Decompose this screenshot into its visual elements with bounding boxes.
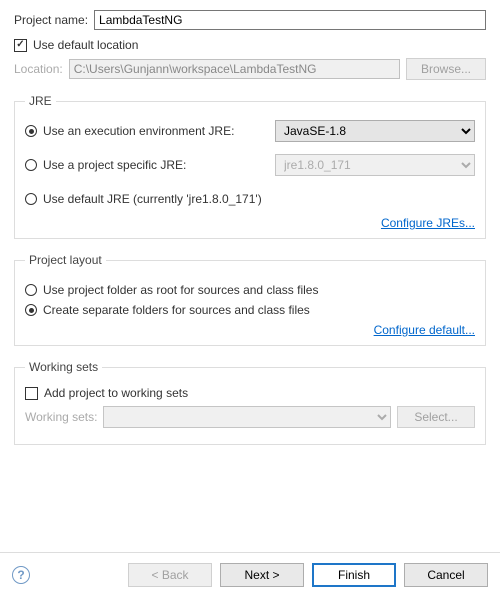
jre-project-specific-select: jre1.8.0_171: [275, 154, 475, 176]
jre-project-specific-radio[interactable]: [25, 159, 37, 171]
working-sets-select-button: Select...: [397, 406, 475, 428]
layout-single-folder-label: Use project folder as root for sources a…: [43, 283, 318, 297]
working-sets-legend: Working sets: [25, 360, 102, 374]
layout-separate-folders-radio[interactable]: [25, 304, 37, 316]
jre-exec-env-label: Use an execution environment JRE:: [43, 124, 234, 138]
configure-jres-link[interactable]: Configure JREs...: [381, 216, 475, 230]
browse-button: Browse...: [406, 58, 486, 80]
finish-button[interactable]: Finish: [312, 563, 396, 587]
back-button: < Back: [128, 563, 212, 587]
jre-default-radio[interactable]: [25, 193, 37, 205]
help-icon[interactable]: ?: [12, 566, 30, 584]
project-layout-legend: Project layout: [25, 253, 106, 267]
working-sets-select: [103, 406, 391, 428]
jre-exec-env-radio[interactable]: [25, 125, 37, 137]
use-default-location-checkbox[interactable]: [14, 39, 27, 52]
cancel-button[interactable]: Cancel: [404, 563, 488, 587]
next-button[interactable]: Next >: [220, 563, 304, 587]
jre-exec-env-select[interactable]: JavaSE-1.8: [275, 120, 475, 142]
project-layout-group: Project layout Use project folder as roo…: [14, 253, 486, 346]
working-sets-group: Working sets Add project to working sets…: [14, 360, 486, 445]
use-default-location-label: Use default location: [33, 38, 138, 52]
location-label: Location:: [14, 62, 63, 76]
add-working-sets-checkbox[interactable]: [25, 387, 38, 400]
working-sets-field-label: Working sets:: [25, 410, 97, 424]
jre-default-label: Use default JRE (currently 'jre1.8.0_171…: [43, 192, 262, 206]
location-input: C:\Users\Gunjann\workspace\LambdaTestNG: [69, 59, 400, 79]
jre-legend: JRE: [25, 94, 56, 108]
layout-separate-folders-label: Create separate folders for sources and …: [43, 303, 310, 317]
project-name-label: Project name:: [14, 13, 88, 27]
configure-default-link[interactable]: Configure default...: [374, 323, 475, 337]
add-working-sets-label: Add project to working sets: [44, 386, 188, 400]
project-name-input[interactable]: [94, 10, 486, 30]
jre-project-specific-label: Use a project specific JRE:: [43, 158, 186, 172]
layout-single-folder-radio[interactable]: [25, 284, 37, 296]
jre-group: JRE Use an execution environment JRE: Ja…: [14, 94, 486, 239]
